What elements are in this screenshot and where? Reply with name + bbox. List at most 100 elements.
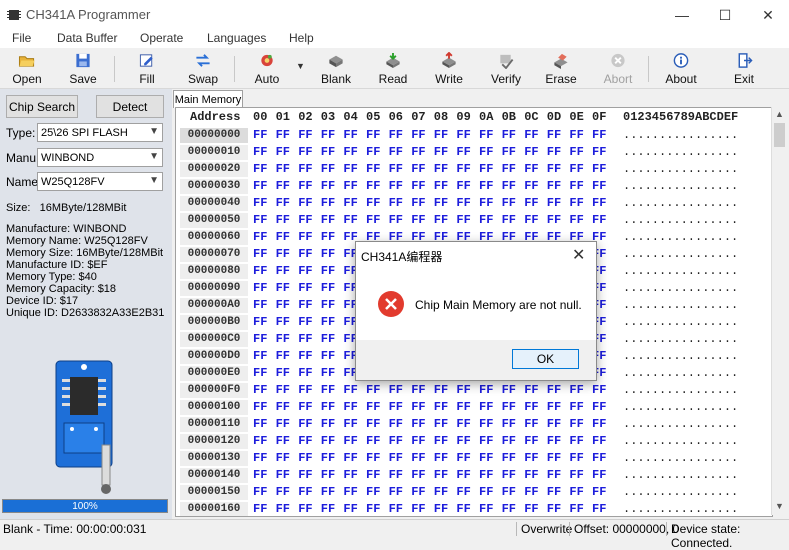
hex-row[interactable]: 00000120 FF FF FF FF FF FF FF FF FF FF FF FF FF FF FF FF…	[176, 433, 772, 450]
hex-byte[interactable]: FF	[298, 332, 312, 346]
hex-byte[interactable]: FF	[253, 434, 267, 448]
hex-byte[interactable]: FF	[343, 434, 357, 448]
hex-byte[interactable]: FF	[343, 196, 357, 210]
hex-byte[interactable]: FF	[343, 417, 357, 431]
hex-byte[interactable]: FF	[456, 468, 470, 482]
hex-byte[interactable]: FF	[456, 213, 470, 227]
hex-byte[interactable]: FF	[456, 451, 470, 465]
hex-byte[interactable]: FF	[434, 196, 448, 210]
hex-byte[interactable]: FF	[298, 315, 312, 329]
hex-byte[interactable]: FF	[479, 179, 493, 193]
hex-byte[interactable]: FF	[298, 485, 312, 499]
menu-file[interactable]: File	[12, 31, 31, 45]
hex-byte[interactable]: FF	[321, 383, 335, 397]
hex-byte[interactable]: FF	[411, 451, 425, 465]
exit-button[interactable]: Exit	[718, 50, 770, 86]
hex-byte[interactable]: FF	[569, 400, 583, 414]
write-button[interactable]: Write	[423, 50, 475, 86]
hex-byte[interactable]: FF	[276, 451, 290, 465]
hex-byte[interactable]: FF	[298, 281, 312, 295]
hex-byte[interactable]: FF	[298, 434, 312, 448]
hex-byte[interactable]: FF	[276, 162, 290, 176]
hex-byte[interactable]: FF	[479, 485, 493, 499]
hex-byte[interactable]: FF	[411, 434, 425, 448]
hex-byte[interactable]: FF	[253, 145, 267, 159]
hex-byte[interactable]: FF	[343, 162, 357, 176]
hex-byte[interactable]: FF	[456, 128, 470, 142]
save-button[interactable]: Save	[57, 50, 109, 86]
auto-dropdown-arrow-icon[interactable]: ▼	[296, 61, 305, 71]
hex-byte[interactable]: FF	[343, 451, 357, 465]
hex-byte[interactable]: FF	[276, 128, 290, 142]
hex-byte[interactable]: FF	[547, 485, 561, 499]
hex-byte[interactable]: FF	[276, 315, 290, 329]
hex-byte[interactable]: FF	[276, 485, 290, 499]
hex-byte[interactable]: FF	[569, 451, 583, 465]
abort-button[interactable]: Abort	[592, 50, 644, 86]
hex-byte[interactable]: FF	[321, 417, 335, 431]
hex-byte[interactable]: FF	[276, 502, 290, 516]
hex-byte[interactable]: FF	[524, 417, 538, 431]
hex-byte[interactable]: FF	[321, 349, 335, 363]
hex-byte[interactable]: FF	[547, 502, 561, 516]
hex-byte[interactable]: FF	[253, 468, 267, 482]
hex-byte[interactable]: FF	[411, 196, 425, 210]
hex-byte[interactable]: FF	[321, 434, 335, 448]
hex-byte[interactable]: FF	[547, 383, 561, 397]
hex-byte[interactable]: FF	[456, 145, 470, 159]
hex-byte[interactable]: FF	[298, 383, 312, 397]
hex-byte[interactable]: FF	[343, 383, 357, 397]
hex-byte[interactable]: FF	[276, 400, 290, 414]
blank-button[interactable]: Blank	[310, 50, 362, 86]
scroll-down-icon[interactable]: ▼	[775, 501, 784, 511]
hex-byte[interactable]: FF	[592, 128, 606, 142]
hex-byte[interactable]: FF	[253, 485, 267, 499]
hex-byte[interactable]: FF	[502, 451, 516, 465]
open-button[interactable]: Open	[1, 50, 53, 86]
hex-byte[interactable]: FF	[389, 213, 403, 227]
hex-byte[interactable]: FF	[321, 281, 335, 295]
hex-byte[interactable]: FF	[253, 400, 267, 414]
hex-byte[interactable]: FF	[592, 213, 606, 227]
hex-byte[interactable]: FF	[366, 383, 380, 397]
hex-byte[interactable]: FF	[321, 179, 335, 193]
hex-byte[interactable]: FF	[321, 196, 335, 210]
hex-byte[interactable]: FF	[389, 145, 403, 159]
hex-byte[interactable]: FF	[569, 485, 583, 499]
hex-byte[interactable]: FF	[434, 213, 448, 227]
menu-data-buffer[interactable]: Data Buffer	[57, 31, 117, 45]
hex-byte[interactable]: FF	[569, 434, 583, 448]
hex-byte[interactable]: FF	[253, 281, 267, 295]
hex-byte[interactable]: FF	[592, 145, 606, 159]
verify-button[interactable]: Verify	[480, 50, 532, 86]
hex-byte[interactable]: FF	[298, 162, 312, 176]
hex-byte[interactable]: FF	[298, 468, 312, 482]
hex-byte[interactable]: FF	[343, 502, 357, 516]
hex-byte[interactable]: FF	[366, 485, 380, 499]
hex-byte[interactable]: FF	[456, 179, 470, 193]
hex-byte[interactable]: FF	[276, 468, 290, 482]
hex-byte[interactable]: FF	[592, 383, 606, 397]
hex-byte[interactable]: FF	[253, 298, 267, 312]
hex-byte[interactable]: FF	[569, 502, 583, 516]
hex-byte[interactable]: FF	[276, 264, 290, 278]
hex-byte[interactable]: FF	[276, 349, 290, 363]
hex-byte[interactable]: FF	[479, 417, 493, 431]
hex-byte[interactable]: FF	[569, 417, 583, 431]
hex-byte[interactable]: FF	[479, 162, 493, 176]
hex-byte[interactable]: FF	[524, 502, 538, 516]
hex-byte[interactable]: FF	[547, 128, 561, 142]
hex-byte[interactable]: FF	[569, 468, 583, 482]
hex-byte[interactable]: FF	[524, 468, 538, 482]
hex-byte[interactable]: FF	[456, 417, 470, 431]
hex-row[interactable]: 00000150 FF FF FF FF FF FF FF FF FF FF FF FF FF FF FF FF…	[176, 484, 772, 501]
hex-byte[interactable]: FF	[456, 502, 470, 516]
maximize-button[interactable]: ☐	[703, 0, 747, 30]
hex-byte[interactable]: FF	[502, 128, 516, 142]
hex-byte[interactable]: FF	[524, 451, 538, 465]
hex-byte[interactable]: FF	[276, 145, 290, 159]
hex-byte[interactable]: FF	[547, 417, 561, 431]
hex-byte[interactable]: FF	[411, 502, 425, 516]
hex-byte[interactable]: FF	[569, 128, 583, 142]
hex-byte[interactable]: FF	[276, 417, 290, 431]
